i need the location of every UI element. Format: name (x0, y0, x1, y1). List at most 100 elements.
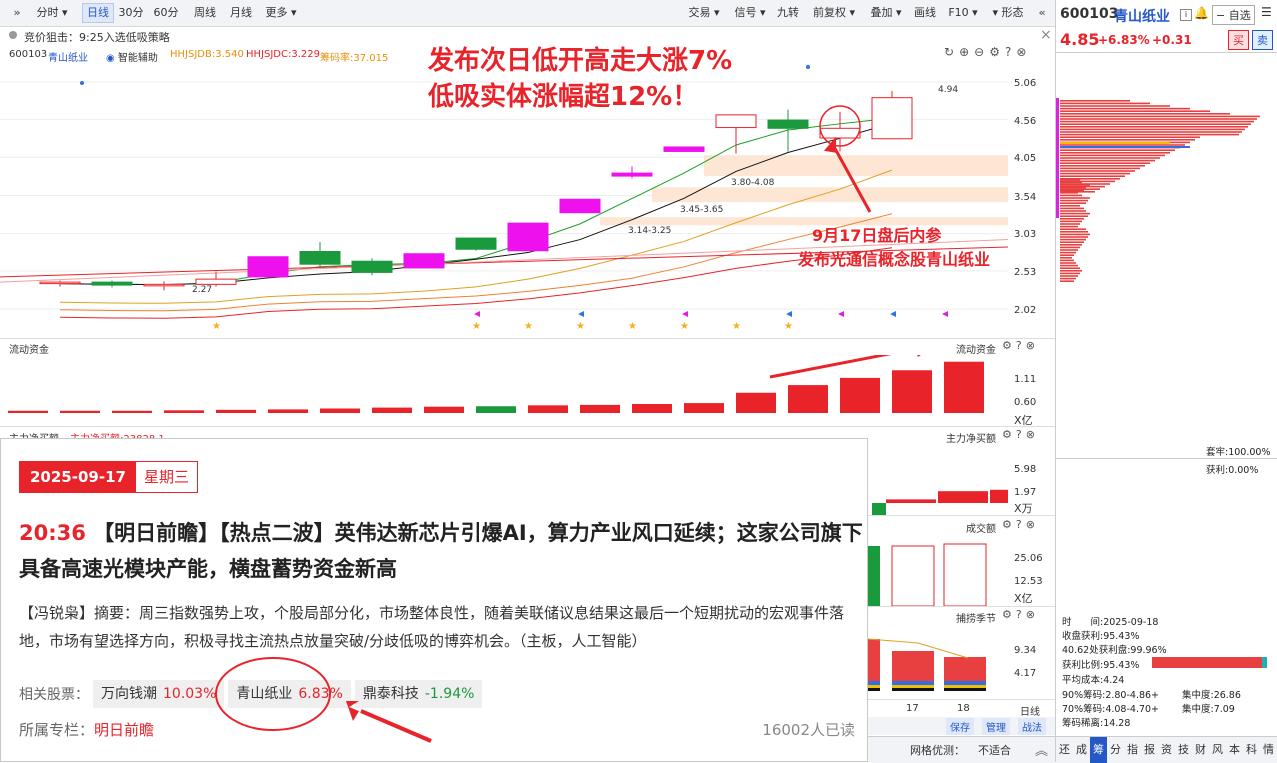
chip-line (1060, 186, 1086, 189)
side-tab[interactable]: 科 (1243, 737, 1260, 763)
manage-button[interactable]: 管理 (982, 718, 1010, 735)
candle-body (195, 278, 237, 285)
expand-up-icon[interactable]: ︽ (1035, 740, 1048, 759)
signal-menu[interactable]: 信号 ▾ (730, 4, 770, 22)
zone-label: 3.45-3.65 (680, 205, 724, 215)
profit-ratio-top: 获利:0.00% (1206, 465, 1259, 476)
strategy-button[interactable]: 战法 (1018, 718, 1046, 735)
settings-icon[interactable]: ⚙ (1002, 608, 1016, 621)
chip-line (1060, 162, 1150, 164)
chip-line (1060, 228, 1086, 230)
zoom-out-icon[interactable]: ⊖ (974, 45, 989, 59)
tab-30min[interactable]: 30分 (118, 4, 144, 22)
season-band (868, 688, 880, 691)
help-icon[interactable]: ? (1016, 339, 1026, 352)
buy-button[interactable]: 买 (1228, 30, 1249, 50)
adjust-menu[interactable]: 前复权 ▾ (808, 4, 860, 22)
nine-turn-button[interactable]: 九转 (774, 4, 802, 22)
settings-icon[interactable]: ⚙ (1002, 339, 1016, 352)
grid-label: 网格优测： (910, 744, 965, 757)
chip-line (1060, 246, 1080, 249)
season-chart (868, 638, 986, 691)
pattern-button[interactable]: ▾ 形态 (988, 4, 1028, 22)
side-tab[interactable]: 指 (1124, 737, 1141, 763)
flow-bar (372, 407, 412, 413)
settings-icon[interactable]: ⚙ (989, 45, 1005, 59)
chip-line (1060, 257, 1072, 259)
overlay-menu[interactable]: 叠加 ▾ (866, 4, 906, 22)
quote-code: 600103 (1060, 6, 1119, 22)
chip-line (1060, 272, 1080, 275)
star-icon: ★ (784, 321, 793, 332)
side-tab[interactable]: 还 (1056, 737, 1073, 763)
tab-more[interactable]: 更多 ▾ (262, 4, 300, 22)
candle-body (507, 222, 549, 252)
side-tab[interactable]: 财 (1192, 737, 1209, 763)
close-icon[interactable]: × (1040, 27, 1052, 43)
bell-icon[interactable]: 🔔 (1194, 6, 1209, 20)
tab-daily[interactable]: 日线 (82, 3, 114, 23)
save-button[interactable]: 保存 (946, 718, 974, 735)
menu-icon[interactable]: ☰ (1261, 5, 1272, 19)
side-tab[interactable]: 分 (1107, 737, 1124, 763)
collapse-right-icon[interactable]: « (1034, 4, 1050, 22)
close-panel-icon[interactable]: ⊗ (1026, 339, 1039, 352)
side-tab[interactable]: 技 (1175, 737, 1192, 763)
chip-line (1060, 144, 1185, 146)
chip-line (1060, 223, 1080, 225)
side-tab[interactable]: 本 (1226, 737, 1243, 763)
collapse-icon[interactable]: » (8, 4, 26, 22)
flow-bar (736, 392, 776, 413)
close-panel-icon[interactable]: ⊗ (1026, 608, 1039, 621)
flag-icon (682, 311, 688, 317)
close-panel-icon[interactable]: ⊗ (1026, 428, 1039, 441)
price-tick: 2.53 (1014, 267, 1037, 278)
trade-menu[interactable]: 交易 ▾ (682, 4, 726, 22)
side-tab[interactable]: 风 (1209, 737, 1226, 763)
tab-minute[interactable]: 分时 ▾ (30, 4, 74, 22)
side-tab[interactable]: 情 (1260, 737, 1277, 763)
f10-menu[interactable]: F10 ▾ (946, 4, 980, 22)
help-icon[interactable]: ? (1016, 518, 1026, 531)
add-watchlist-button[interactable]: − 自选 (1212, 5, 1255, 25)
refresh-icon[interactable]: ↻ (944, 45, 959, 59)
flow-bar (60, 410, 100, 413)
volume-bar (868, 546, 880, 606)
price-tick: 2.02 (1014, 305, 1037, 316)
info-icon[interactable]: i (1180, 9, 1192, 21)
draw-button[interactable]: 画线 (910, 4, 940, 22)
chip-line (1060, 280, 1074, 282)
sell-button[interactable]: 卖 (1252, 30, 1273, 50)
stock-code: 600103 (9, 49, 48, 60)
season-tick: 9.34 (1014, 645, 1037, 656)
net-buy-title-right: 主力净买额 (946, 434, 996, 445)
moving-average-line (59, 122, 893, 286)
bidding-text: 竞价狙击：9:25入选低吸策略 (24, 31, 170, 44)
price-tick: 3.03 (1014, 229, 1037, 240)
zoom-in-icon[interactable]: ⊕ (959, 45, 974, 59)
chip-distribution-chart (1056, 98, 1260, 282)
chip-line (1060, 238, 1086, 241)
chip-line (1060, 199, 1088, 202)
star-icon: ★ (212, 321, 221, 332)
tab-weekly[interactable]: 周线 (190, 4, 220, 22)
close-chart-icon[interactable]: ⊗ (1016, 45, 1031, 59)
side-tab[interactable]: 资 (1158, 737, 1175, 763)
help-icon[interactable]: ? (1005, 45, 1016, 59)
flow-bar (944, 361, 984, 413)
tab-monthly[interactable]: 月线 (226, 4, 256, 22)
side-tab[interactable]: 筹 (1090, 737, 1107, 763)
settings-icon[interactable]: ⚙ (1002, 428, 1016, 441)
marker-dot (80, 81, 84, 85)
side-tab[interactable]: 报 (1141, 737, 1158, 763)
help-icon[interactable]: ? (1016, 608, 1026, 621)
chip-line (1060, 205, 1080, 207)
chip-line (1060, 189, 1084, 191)
side-tab[interactable]: 成 (1073, 737, 1090, 763)
close-panel-icon[interactable]: ⊗ (1026, 518, 1039, 531)
chip-line (1060, 139, 1195, 141)
tab-60min[interactable]: 60分 (150, 4, 182, 22)
divider (1056, 52, 1277, 53)
flow-panel-title: 流动资金 (9, 345, 49, 356)
help-icon[interactable]: ? (1016, 428, 1026, 441)
